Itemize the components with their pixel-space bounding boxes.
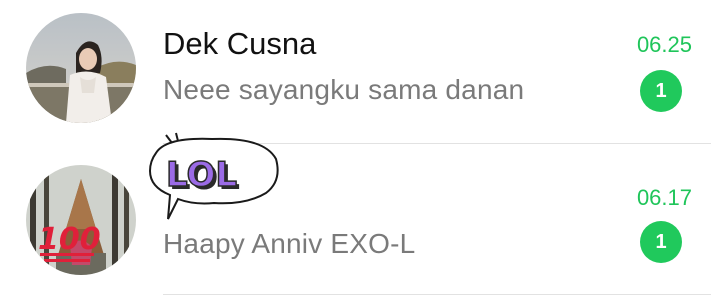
avatar[interactable]	[26, 13, 136, 123]
chat-list: Dek Cusna Neee sayangku sama danan 06.25…	[0, 0, 711, 296]
avatar[interactable]: 100	[26, 165, 136, 275]
chat-row-second[interactable]: 100 06.17 Haapy Anniv EXO-L 1	[0, 148, 711, 296]
unread-badge: 1	[640, 70, 682, 112]
svg-text:100: 100	[38, 222, 101, 257]
lol-sticker: LOL LOL	[142, 131, 282, 223]
chat-row-dek-cusna[interactable]: Dek Cusna Neee sayangku sama danan 06.25…	[0, 0, 711, 148]
divider	[163, 294, 711, 295]
message-time: 06.25	[636, 32, 692, 57]
last-message: Haapy Anniv EXO-L	[163, 228, 416, 259]
last-message: Neee sayangku sama danan	[163, 74, 525, 105]
unread-badge: 1	[640, 221, 682, 263]
message-time: 06.17	[636, 185, 692, 210]
contact-name: Dek Cusna	[163, 26, 317, 61]
sticker-text: LOL	[166, 155, 237, 195]
